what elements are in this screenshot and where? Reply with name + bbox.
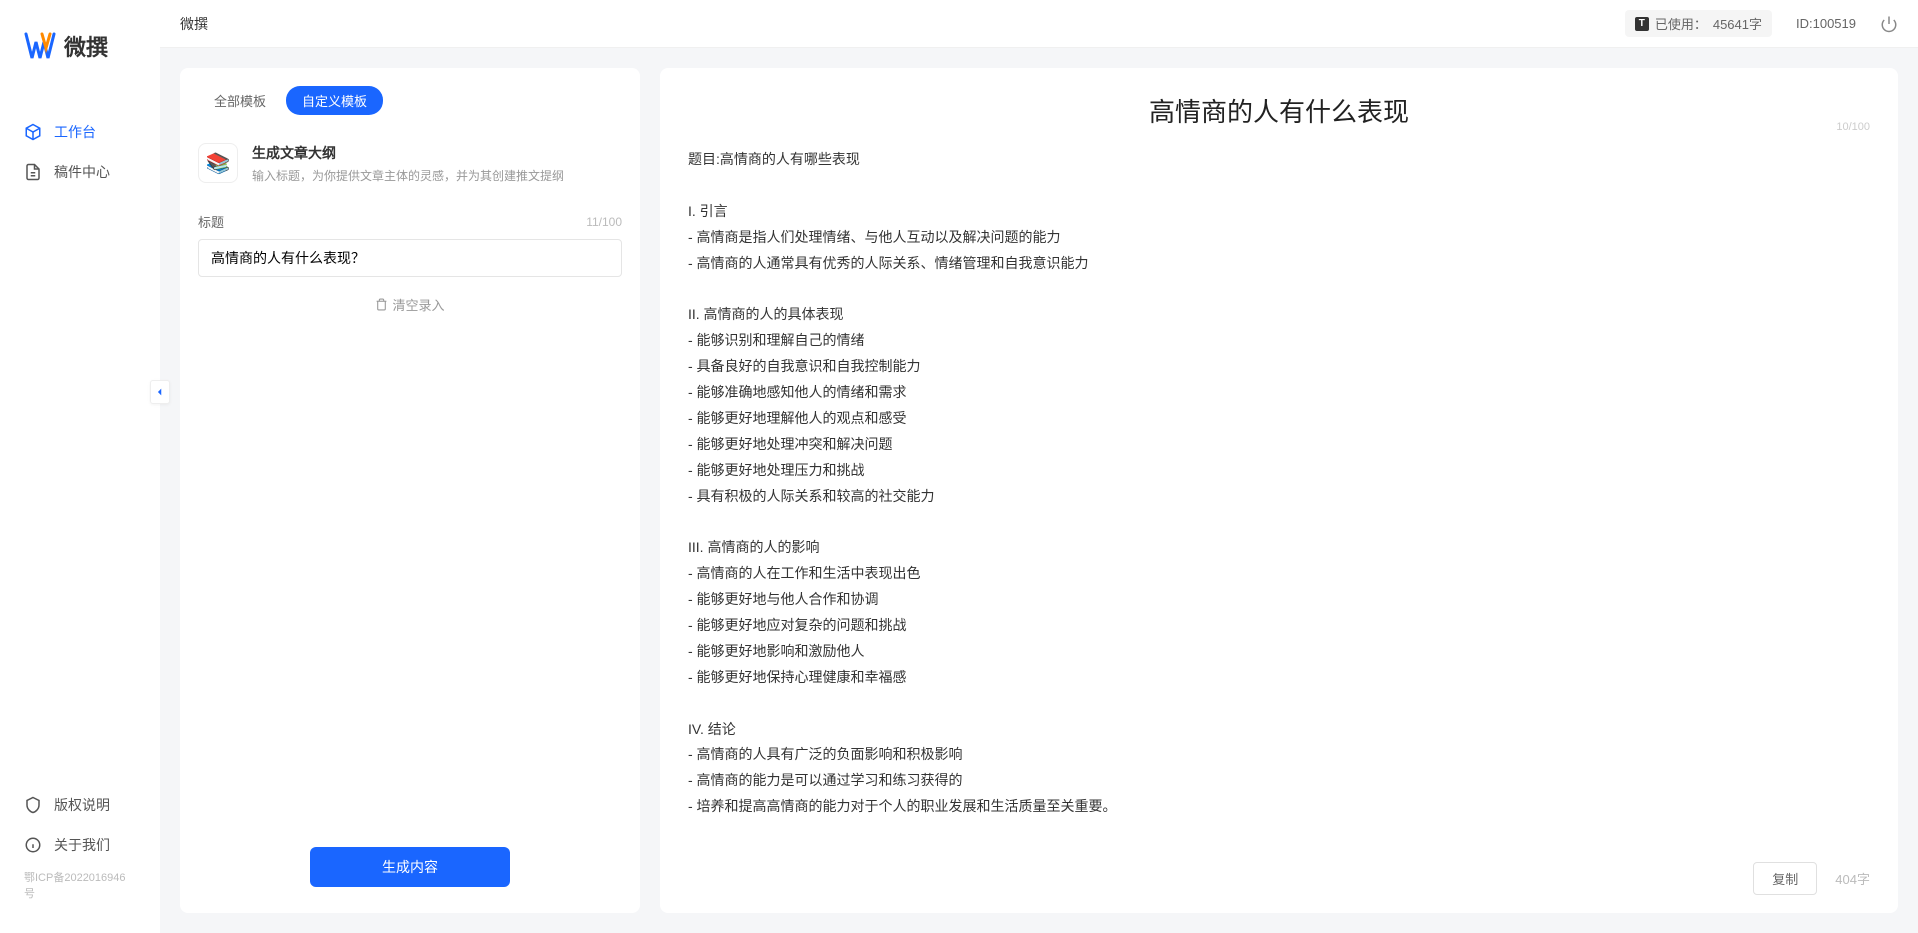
chevron-left-icon: [155, 387, 165, 397]
clear-input-link[interactable]: 清空录入: [198, 295, 622, 314]
nav-drafts[interactable]: 稿件中心: [0, 152, 160, 192]
template-title: 生成文章大纲: [252, 143, 622, 163]
sidebar: 微撰 工作台 稿件中心 版权说明: [0, 0, 160, 933]
nav-workbench[interactable]: 工作台: [0, 112, 160, 152]
header: 微撰 T 已使用： 45641字 ID:100519: [160, 0, 1918, 48]
nav-about[interactable]: 关于我们: [0, 825, 160, 865]
generate-button[interactable]: 生成内容: [310, 847, 510, 887]
usage-label: 已使用：: [1655, 14, 1707, 33]
nav-list: 工作台 稿件中心: [0, 92, 160, 785]
logo[interactable]: 微撰: [0, 30, 160, 92]
books-icon: 📚: [198, 143, 238, 183]
title-input[interactable]: [198, 239, 622, 277]
text-icon: T: [1635, 17, 1649, 31]
copy-button[interactable]: 复制: [1753, 862, 1817, 895]
sidebar-collapse-handle[interactable]: [150, 380, 170, 404]
output-title: 高情商的人有什么表现: [688, 92, 1870, 129]
input-panel: 全部模板 自定义模板 📚 生成文章大纲 输入标题，为你提供文章主体的灵感，并为其…: [180, 68, 640, 913]
output-body[interactable]: 题目:高情商的人有哪些表现 I. 引言 - 高情商是指人们处理情绪、与他人互动以…: [688, 147, 1870, 848]
template-card: 📚 生成文章大纲 输入标题，为你提供文章主体的灵感，并为其创建推文提纲: [180, 125, 640, 202]
title-label: 标题: [198, 212, 224, 231]
icp-text: 鄂ICP备2022016946号: [0, 865, 160, 913]
usage-badge[interactable]: T 已使用： 45641字: [1625, 10, 1772, 37]
nav-label: 关于我们: [54, 835, 110, 855]
template-tabs: 全部模板 自定义模板: [180, 86, 640, 115]
title-char-count: 11/100: [586, 215, 622, 229]
trash-icon: [375, 298, 388, 311]
clear-label: 清空录入: [392, 295, 444, 314]
power-icon[interactable]: [1880, 15, 1898, 33]
brand-name: 微撰: [64, 30, 108, 62]
template-desc: 输入标题，为你提供文章主体的灵感，并为其创建推文提纲: [252, 167, 622, 184]
nav-label: 版权说明: [54, 795, 110, 815]
shield-icon: [24, 796, 42, 814]
output-word-count: 404字: [1835, 869, 1870, 888]
document-icon: [24, 163, 42, 181]
cube-icon: [24, 123, 42, 141]
nav-bottom: 版权说明 关于我们 鄂ICP备2022016946号: [0, 785, 160, 933]
info-icon: [24, 836, 42, 854]
usage-value: 45641字: [1713, 14, 1762, 33]
page-title: 微撰: [180, 14, 208, 34]
nav-copyright[interactable]: 版权说明: [0, 785, 160, 825]
logo-icon: [24, 30, 56, 62]
output-panel: 高情商的人有什么表现 10/100 题目:高情商的人有哪些表现 I. 引言 - …: [660, 68, 1898, 913]
output-title-count: 10/100: [1836, 121, 1870, 133]
user-id: ID:100519: [1796, 16, 1856, 31]
nav-label: 工作台: [54, 122, 96, 142]
tab-all-templates[interactable]: 全部模板: [198, 86, 282, 115]
tab-custom-template[interactable]: 自定义模板: [286, 86, 383, 115]
nav-label: 稿件中心: [54, 162, 110, 182]
